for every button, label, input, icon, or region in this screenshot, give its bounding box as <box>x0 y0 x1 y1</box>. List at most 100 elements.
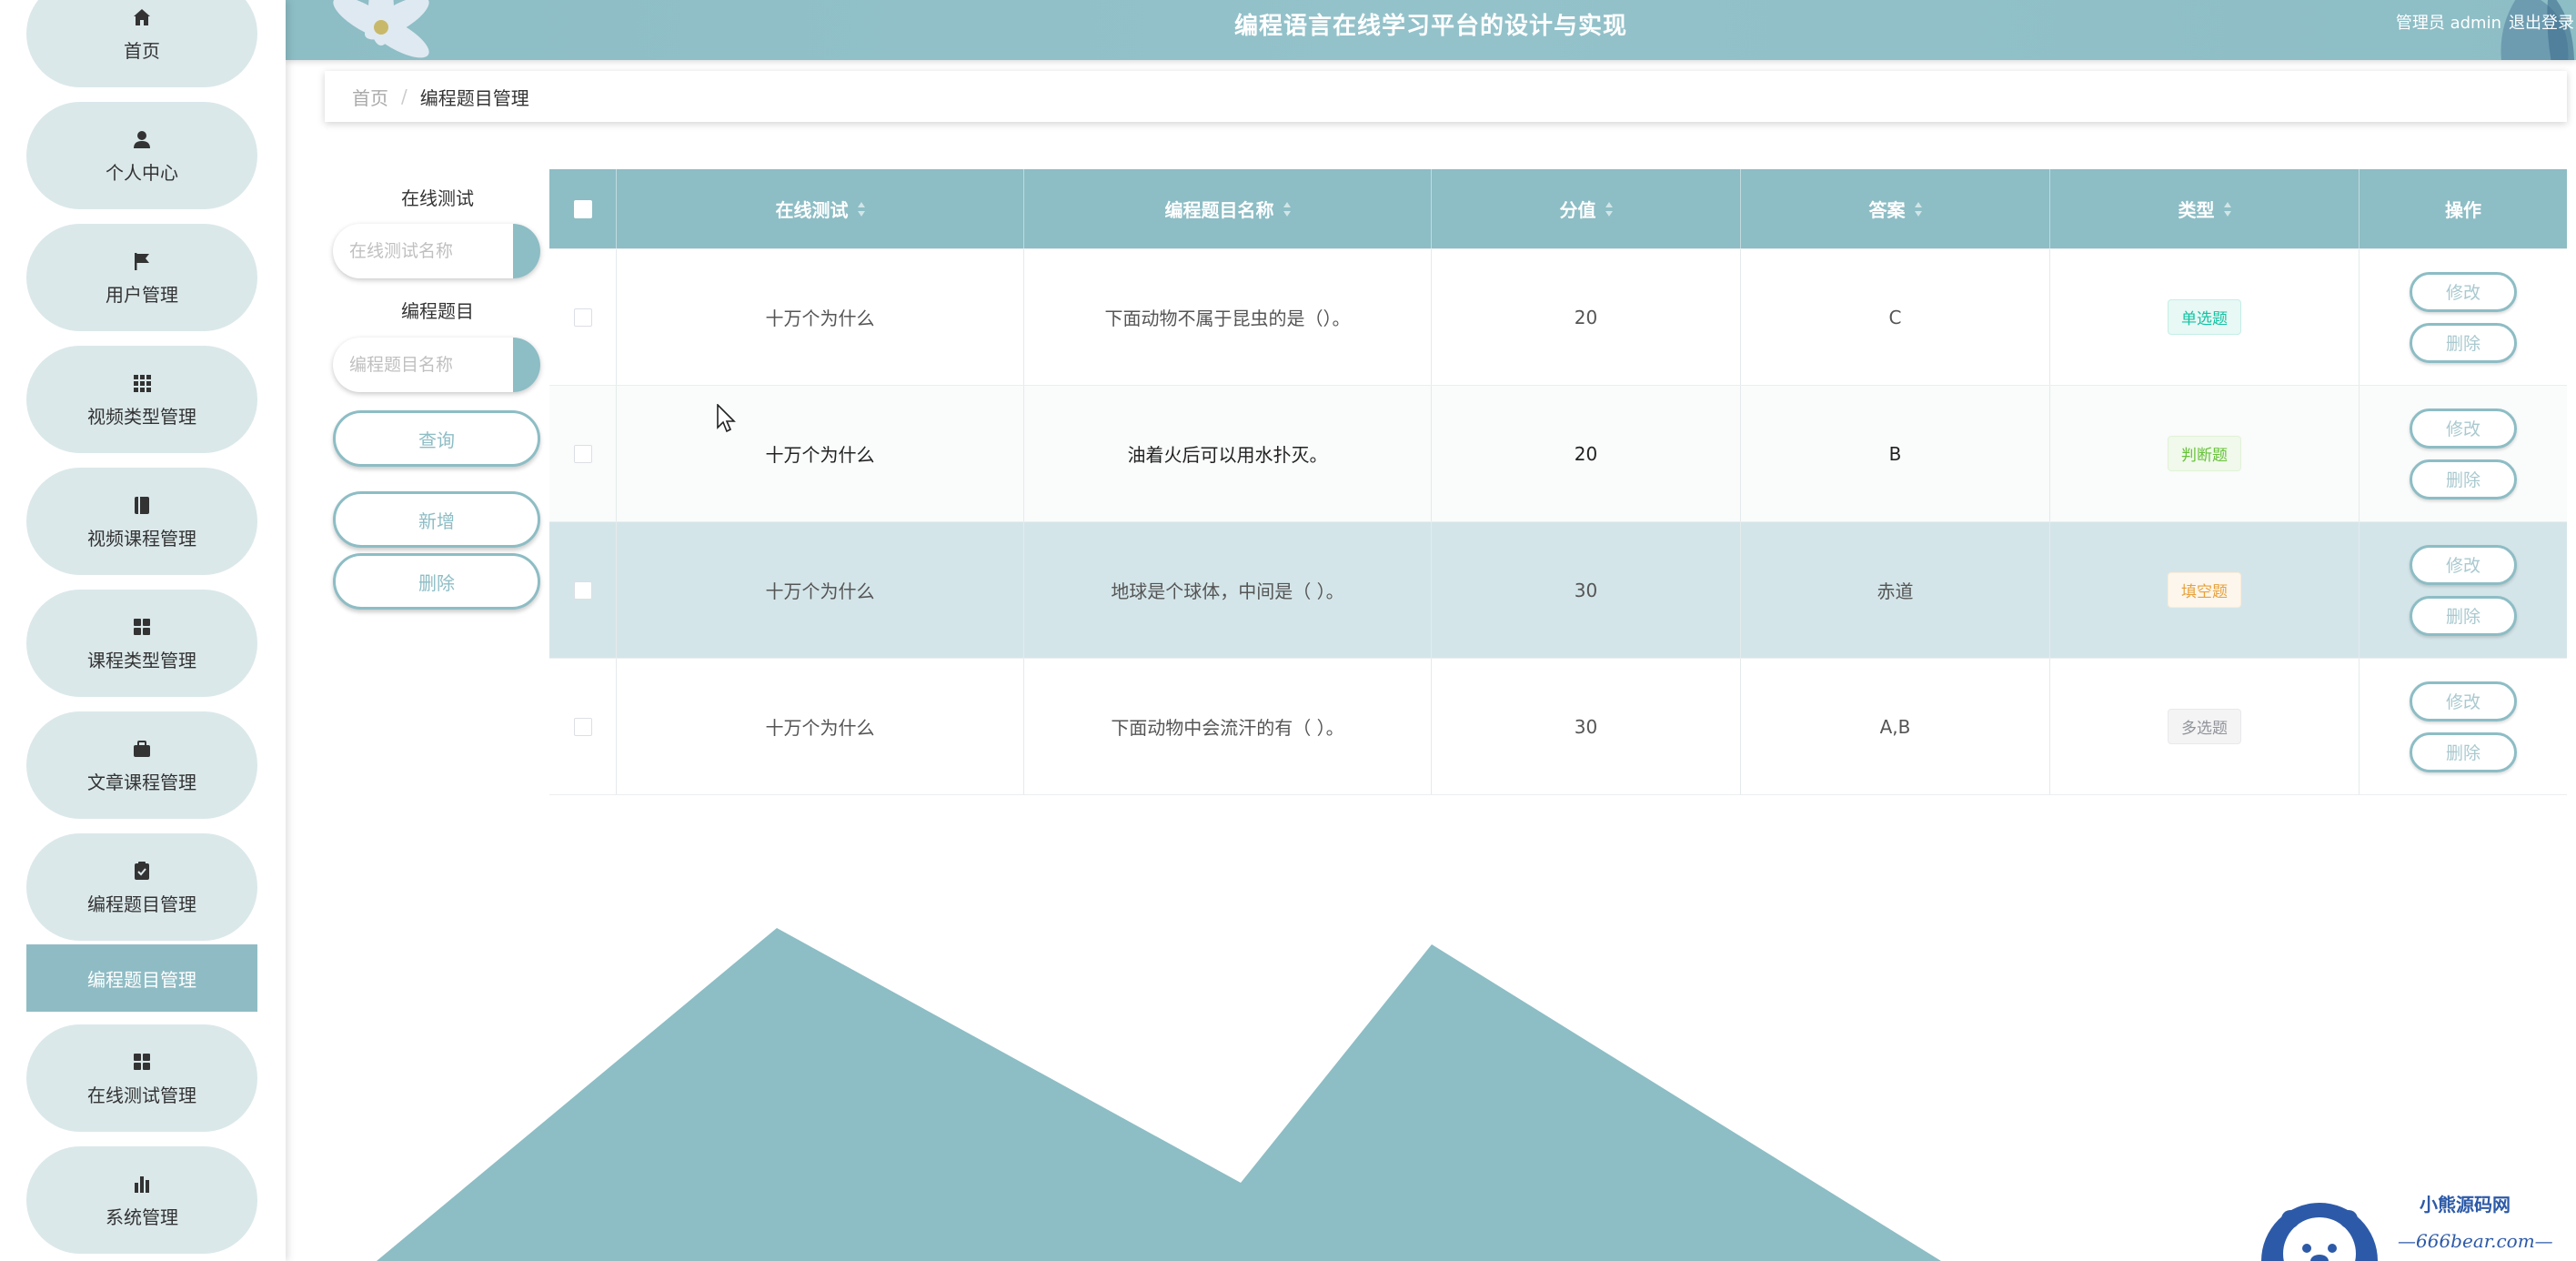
cell-answer: C <box>1741 249 2050 385</box>
sidebar-item-online-tests[interactable]: 在线测试管理 <box>26 1024 257 1132</box>
sidebar-item-label: 视频课程管理 <box>87 527 196 550</box>
search-field-cap <box>513 224 540 278</box>
sort-icon <box>1605 201 1613 217</box>
header-test[interactable]: 在线测试 <box>617 169 1024 248</box>
search-field-cap <box>513 338 540 392</box>
sidebar-subitem-programming-questions[interactable]: 编程题目管理 <box>26 944 257 1012</box>
mouse-cursor-icon <box>717 404 736 433</box>
header-label: 在线测试 <box>775 199 849 221</box>
header-score[interactable]: 分值 <box>1432 169 1741 248</box>
header-label: 编程题目名称 <box>1164 199 1274 221</box>
bar-chart-icon <box>130 1172 154 1195</box>
delete-button[interactable]: 删除 <box>2410 459 2517 499</box>
header-actions: 操作 <box>2360 169 2567 248</box>
delete-button[interactable]: 删除 <box>2410 322 2517 363</box>
sidebar-item-system[interactable]: 系统管理 <box>26 1146 257 1254</box>
watermark-domain: —666bear.com— <box>2398 1230 2553 1252</box>
row-checkbox[interactable] <box>573 580 592 600</box>
breadcrumb-current: 编程题目管理 <box>419 86 529 109</box>
select-all-checkbox[interactable] <box>573 199 592 218</box>
cell-question-name: 下面动物中会流汗的有（ ）。 <box>1024 659 1432 794</box>
header-type[interactable]: 类型 <box>2050 169 2360 248</box>
row-checkbox[interactable] <box>573 308 592 327</box>
sidebar-item-label: 系统管理 <box>106 1206 178 1228</box>
cell-question-name: 地球是个球体，中间是（ ）。 <box>1024 522 1432 658</box>
breadcrumb-home[interactable]: 首页 <box>352 84 388 110</box>
cell-answer: B <box>1741 386 2050 521</box>
edit-button[interactable]: 修改 <box>2410 271 2517 312</box>
top-header: 编程语言在线学习平台的设计与实现 管理员 admin 退出登录 <box>286 0 2576 60</box>
sidebar-item-course-types[interactable]: 课程类型管理 <box>26 590 257 697</box>
sidebar-item-home[interactable]: 首页 <box>26 0 257 87</box>
cell-answer: A,B <box>1741 659 2050 794</box>
table-header-row: 在线测试 编程题目名称 分值 答案 类型 操作 <box>549 169 2567 249</box>
header-question-name[interactable]: 编程题目名称 <box>1024 169 1432 248</box>
question-search-input[interactable] <box>333 338 506 392</box>
cell-question-name: 下面动物不属于昆虫的是（）。 <box>1024 249 1432 385</box>
sidebar-item-label: 视频类型管理 <box>87 405 196 428</box>
sidebar-item-label: 课程类型管理 <box>87 649 196 671</box>
batch-delete-button[interactable]: 删除 <box>333 553 540 610</box>
test-search-field[interactable] <box>333 224 540 278</box>
header-label: 分值 <box>1559 199 1596 221</box>
cell-test: 十万个为什么 <box>617 659 1024 794</box>
add-button[interactable]: 新增 <box>333 491 540 548</box>
header-label: 答案 <box>1868 199 1906 221</box>
grid4-icon <box>130 615 154 639</box>
row-checkbox[interactable] <box>573 717 592 736</box>
query-button[interactable]: 查询 <box>333 410 540 467</box>
sidebar-item-users[interactable]: 用户管理 <box>26 224 257 331</box>
sidebar-item-label: 用户管理 <box>106 283 178 306</box>
header-label: 操作 <box>2445 199 2481 221</box>
sidebar-item-video-courses[interactable]: 视频课程管理 <box>26 468 257 575</box>
edit-button[interactable]: 修改 <box>2410 681 2517 721</box>
sidebar: 首页 个人中心 用户管理 视频类型管理 视频课程管理 课程类型管理 文章课程管理… <box>0 0 286 1261</box>
edit-button[interactable]: 修改 <box>2410 544 2517 585</box>
cell-test: 十万个为什么 <box>617 386 1024 521</box>
header-answer[interactable]: 答案 <box>1741 169 2050 248</box>
cell-test: 十万个为什么 <box>617 522 1024 658</box>
grid-icon <box>130 371 154 395</box>
table-row: 十万个为什么 油着火后可以用水扑灭。 20 B 判断题 修改 删除 <box>549 386 2567 522</box>
cell-answer: 赤道 <box>1741 522 2050 658</box>
sort-icon <box>857 201 865 217</box>
user-icon <box>130 127 154 151</box>
sidebar-item-programming-questions[interactable]: 编程题目管理 <box>26 833 257 941</box>
clipboard-icon <box>130 859 154 883</box>
app-title: 编程语言在线学习平台的设计与实现 <box>1233 13 1627 40</box>
book-icon <box>130 493 154 517</box>
sort-icon <box>1914 201 1922 217</box>
cell-score: 20 <box>1432 249 1741 385</box>
delete-button[interactable]: 删除 <box>2410 595 2517 636</box>
sort-icon <box>2223 201 2231 217</box>
sort-icon <box>1283 201 1291 217</box>
table-row: 十万个为什么 下面动物中会流汗的有（ ）。 30 A,B 多选题 修改 删除 <box>549 659 2567 795</box>
type-tag: 多选题 <box>2168 709 2241 744</box>
table-row: 十万个为什么 地球是个球体，中间是（ ）。 30 赤道 填空题 修改 删除 <box>549 522 2567 659</box>
mountain-decoration <box>377 928 1941 1261</box>
header-select-all-cell <box>549 169 617 248</box>
cell-question-name: 油着火后可以用水扑灭。 <box>1024 386 1432 521</box>
grid4-icon <box>130 1050 154 1074</box>
current-user: 管理员 admin <box>2395 14 2501 33</box>
cell-score: 30 <box>1432 659 1741 794</box>
question-search-label: 编程题目 <box>401 300 474 322</box>
sidebar-item-label: 个人中心 <box>106 161 178 184</box>
type-tag: 判断题 <box>2168 436 2241 471</box>
cell-score: 20 <box>1432 386 1741 521</box>
cell-score: 30 <box>1432 522 1741 658</box>
flag-icon <box>130 249 154 273</box>
logout-link[interactable]: 退出登录 <box>2509 10 2574 34</box>
watermark-title: 小熊源码网 <box>2420 1194 2511 1216</box>
sidebar-item-profile[interactable]: 个人中心 <box>26 102 257 209</box>
delete-button[interactable]: 删除 <box>2410 731 2517 772</box>
sidebar-item-video-types[interactable]: 视频类型管理 <box>26 346 257 453</box>
sidebar-item-article-courses[interactable]: 文章课程管理 <box>26 711 257 819</box>
edit-button[interactable]: 修改 <box>2410 408 2517 449</box>
table-row: 十万个为什么 下面动物不属于昆虫的是（）。 20 C 单选题 修改 删除 <box>549 249 2567 386</box>
cell-test: 十万个为什么 <box>617 249 1024 385</box>
row-checkbox[interactable] <box>573 444 592 463</box>
test-search-input[interactable] <box>333 224 506 278</box>
breadcrumb-separator: / <box>401 86 408 107</box>
question-search-field[interactable] <box>333 338 540 392</box>
